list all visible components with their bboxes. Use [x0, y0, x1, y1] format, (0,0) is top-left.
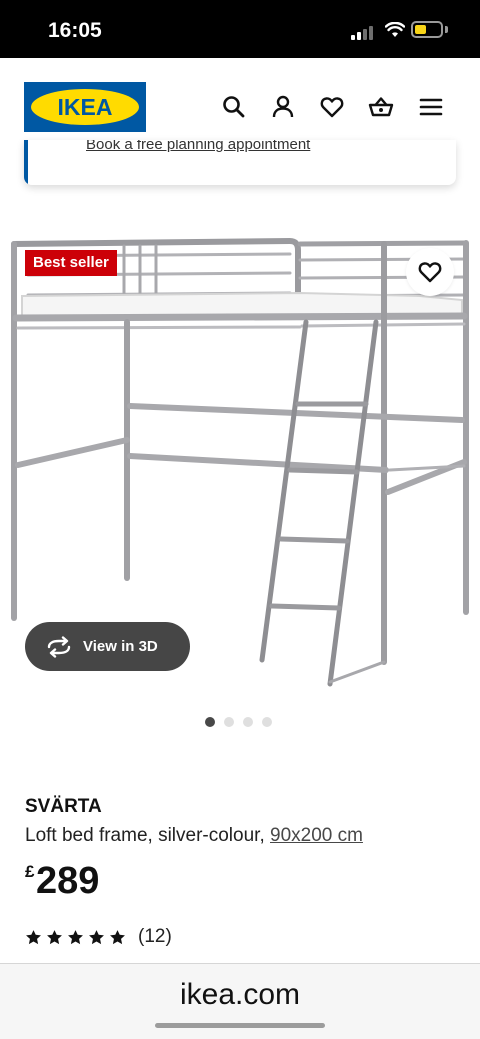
add-to-favourites-button[interactable] — [406, 248, 454, 296]
battery-level — [415, 25, 426, 34]
wifi-icon — [385, 22, 405, 37]
home-indicator[interactable] — [155, 1023, 325, 1028]
status-bar: 16:05 — [0, 0, 480, 58]
signal-icon — [351, 24, 375, 40]
rating-stars — [25, 929, 126, 946]
heart-icon[interactable] — [319, 94, 345, 120]
menu-icon[interactable] — [418, 94, 444, 120]
view-in-3d-button[interactable]: View in 3D — [25, 622, 190, 671]
product-type: Loft bed frame, silver-colour, — [25, 825, 270, 846]
notice-accent-bar — [24, 140, 28, 185]
star-icon — [26, 929, 41, 944]
ikea-logo[interactable]: IKEA — [24, 82, 146, 132]
notice-card: Book a free planning appointment — [24, 140, 456, 185]
basket-icon[interactable] — [368, 94, 394, 120]
review-count: (12) — [138, 926, 172, 947]
star-icon — [89, 929, 104, 944]
heart-icon — [418, 262, 442, 283]
logo-oval: IKEA — [31, 89, 139, 125]
best-seller-badge: Best seller — [25, 250, 117, 276]
product-name: SVÄRTA — [25, 796, 102, 817]
star-icon — [110, 929, 125, 944]
carousel-dot[interactable] — [224, 717, 234, 727]
star-icon — [68, 929, 83, 944]
url-text: ikea.com — [179, 978, 301, 1011]
rotate-3d-icon — [47, 635, 71, 658]
planning-appointment-link[interactable]: Book a free planning appointment — [86, 140, 310, 153]
search-icon[interactable] — [221, 94, 247, 120]
carousel-dot[interactable] — [262, 717, 272, 727]
account-icon[interactable] — [270, 94, 296, 120]
view-in-3d-label: View in 3D — [83, 638, 158, 655]
carousel-dot[interactable] — [243, 717, 253, 727]
product-rating[interactable]: (12) — [25, 926, 172, 948]
carousel-pagination[interactable] — [205, 717, 272, 727]
star-icon — [47, 929, 62, 944]
carousel-dot[interactable] — [205, 717, 215, 727]
battery-cap — [445, 26, 448, 33]
price-value: 289 — [36, 860, 100, 902]
status-time: 16:05 — [48, 19, 102, 42]
product-size-link[interactable]: 90x200 cm — [270, 825, 363, 846]
price-currency: £ — [25, 862, 35, 881]
product-description: Loft bed frame, silver-colour, 90x200 cm — [25, 825, 363, 847]
logo-text: IKEA — [57, 93, 113, 120]
battery-icon — [411, 21, 443, 38]
